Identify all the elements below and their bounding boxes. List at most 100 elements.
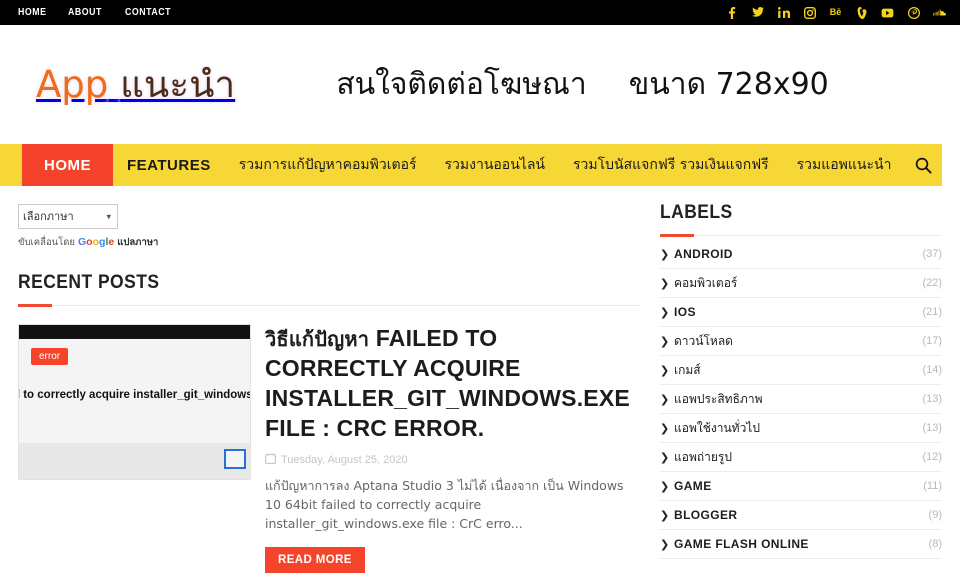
- label-count: (17): [922, 335, 942, 347]
- chevron-right-icon: ❯: [660, 509, 670, 522]
- twitter-icon[interactable]: [751, 6, 764, 19]
- label-name: คอมพิวเตอร์: [674, 275, 738, 290]
- label-count: (11): [923, 480, 942, 492]
- label-item-productivity-apps[interactable]: ❯ แอพประสิทธิภาพ (13): [660, 385, 942, 414]
- sidebar: LABELS ❯ ANDROID (37) ❯ คอมพิวเตอร์ (22) ❯ IO…: [640, 186, 942, 579]
- thumbnail-titlebar: [19, 325, 250, 339]
- linkedin-icon[interactable]: [777, 6, 790, 19]
- label-item-game-flash-online[interactable]: ❯ GAME FLASH ONLINE (8): [660, 530, 942, 559]
- post-title-thai: วิธีแก้ปัญหา: [265, 327, 370, 351]
- label-name: แอพใช้งานทั่วไป: [674, 420, 760, 435]
- label-name: ดาวน์โหลด: [674, 333, 733, 348]
- translate-label: แปลภาษา: [117, 237, 159, 248]
- behance-icon[interactable]: Bē: [829, 6, 842, 19]
- thumbnail-ok-button: [224, 449, 246, 469]
- label-count: (13): [922, 393, 942, 405]
- post-excerpt: แก้ปัญหาการลง Aptana Studio 3 ไม่ได้ เนื…: [265, 477, 624, 532]
- error-badge: error: [31, 348, 69, 365]
- ad-size-text: ขนาด 728x90: [628, 66, 829, 102]
- label-count: (14): [922, 364, 942, 376]
- nav-item-features[interactable]: FEATURES: [113, 144, 225, 186]
- powered-by-text: ขับเคลื่อนโดย: [18, 237, 75, 248]
- chevron-right-icon: ❯: [660, 538, 670, 551]
- youtube-icon[interactable]: [881, 6, 894, 19]
- search-icon[interactable]: [905, 144, 942, 186]
- chevron-right-icon: ❯: [660, 335, 670, 348]
- logo-text-app: App: [36, 62, 109, 106]
- site-header: App แนะนำ สนใจติดต่อโฆษณา ขนาด 728x90: [0, 25, 960, 144]
- post-thumbnail[interactable]: error d to correctly acquire installer_g…: [18, 324, 251, 480]
- label-count: (9): [928, 509, 942, 521]
- site-logo[interactable]: App แนะนำ: [36, 66, 235, 103]
- google-wordmark: Google: [78, 236, 115, 248]
- facebook-icon[interactable]: [725, 6, 738, 19]
- label-name: เกมส์: [674, 362, 701, 377]
- label-item-android[interactable]: ❯ ANDROID (37): [660, 240, 942, 269]
- instagram-icon[interactable]: [803, 6, 816, 19]
- nav-item-free-bonus[interactable]: รวมโบนัสแจกฟรี รวมเงินแจกฟรี: [559, 144, 783, 186]
- topnav-item-contact[interactable]: CONTACT: [125, 7, 171, 18]
- label-count: (13): [922, 422, 942, 434]
- pinterest-icon[interactable]: [907, 6, 920, 19]
- label-item-download[interactable]: ❯ ดาวน์โหลด (17): [660, 327, 942, 356]
- language-select[interactable]: เลือกภาษา: [18, 204, 118, 229]
- chevron-right-icon: ❯: [660, 480, 670, 493]
- label-count: (21): [922, 306, 942, 318]
- post-date: Tuesday, August 25, 2020: [265, 453, 640, 467]
- thumbnail-bottom-bar: [19, 479, 250, 480]
- soundcloud-icon[interactable]: [933, 6, 946, 19]
- nav-item-online-jobs[interactable]: รวมงานออนไลน์: [431, 144, 559, 186]
- sidebar-divider: [660, 234, 942, 237]
- recent-posts-heading: RECENT POSTS: [18, 272, 160, 293]
- main-content: เลือกภาษา ▾ ขับเคลื่อนโดย Google แปลภาษา…: [18, 186, 640, 579]
- top-navigation: HOME ABOUT CONTACT: [18, 7, 177, 18]
- read-more-button[interactable]: READ MORE: [265, 546, 365, 573]
- label-item-general-apps[interactable]: ❯ แอพใช้งานทั่วไป (13): [660, 414, 942, 443]
- label-item-games-thai[interactable]: ❯ เกมส์ (14): [660, 356, 942, 385]
- topnav-item-about[interactable]: ABOUT: [68, 7, 102, 18]
- label-item-photo-apps[interactable]: ❯ แอพถ่ายรูป (12): [660, 443, 942, 472]
- chevron-right-icon: ❯: [660, 422, 670, 435]
- label-item-ios[interactable]: ❯ IOS (21): [660, 298, 942, 327]
- chevron-right-icon: ❯: [660, 277, 670, 290]
- translate-attribution: ขับเคลื่อนโดย Google แปลภาษา: [18, 235, 640, 250]
- main-navigation: HOME FEATURES รวมการแก้ปัญหาคอมพิวเตอร์ …: [0, 144, 942, 186]
- vine-icon[interactable]: [855, 6, 868, 19]
- thumbnail-error-text: d to correctly acquire installer_git_win…: [19, 389, 251, 401]
- google-translate-widget: เลือกภาษา ▾ ขับเคลื่อนโดย Google แปลภาษา: [18, 204, 640, 250]
- header-ad-banner[interactable]: สนใจติดต่อโฆษณา ขนาด 728x90: [235, 61, 940, 108]
- labels-heading: LABELS: [660, 202, 733, 223]
- label-name: ANDROID: [674, 247, 733, 261]
- label-count: (8): [928, 538, 942, 550]
- label-item-computer[interactable]: ❯ คอมพิวเตอร์ (22): [660, 269, 942, 298]
- label-name: BLOGGER: [674, 508, 738, 522]
- nav-item-home[interactable]: HOME: [22, 144, 113, 186]
- post-title[interactable]: วิธีแก้ปัญหา FAILED TO CORRECTLY ACQUIRE…: [265, 324, 640, 444]
- label-count: (22): [922, 277, 942, 289]
- label-name: IOS: [674, 305, 696, 319]
- calendar-icon: [265, 453, 276, 467]
- labels-list: ❯ ANDROID (37) ❯ คอมพิวเตอร์ (22) ❯ IOS (21) ❯…: [660, 240, 942, 559]
- ad-contact-text: สนใจติดต่อโฆษณา: [336, 66, 587, 102]
- nav-item-recommended-apps[interactable]: รวมแอพแนะนำ: [783, 144, 906, 186]
- thumbnail-dialog-footer: [19, 443, 250, 479]
- topnav-item-home[interactable]: HOME: [18, 7, 47, 18]
- label-count: (37): [922, 248, 942, 260]
- chevron-right-icon: ❯: [660, 364, 670, 377]
- post-date-text: Tuesday, August 25, 2020: [281, 453, 408, 466]
- label-count: (12): [922, 451, 942, 463]
- logo-text-thai: แนะนำ: [120, 62, 236, 106]
- chevron-right-icon: ❯: [660, 451, 670, 464]
- post-body: วิธีแก้ปัญหา FAILED TO CORRECTLY ACQUIRE…: [265, 324, 640, 573]
- post-item: error d to correctly acquire installer_g…: [18, 324, 640, 573]
- page-body: เลือกภาษา ▾ ขับเคลื่อนโดย Google แปลภาษา…: [0, 186, 960, 579]
- label-item-game[interactable]: ❯ GAME (11): [660, 472, 942, 501]
- label-name: แอพถ่ายรูป: [674, 449, 732, 464]
- social-links: Bē: [725, 6, 946, 19]
- label-item-blogger[interactable]: ❯ BLOGGER (9): [660, 501, 942, 530]
- chevron-right-icon: ❯: [660, 248, 670, 261]
- top-bar: HOME ABOUT CONTACT Bē: [0, 0, 960, 25]
- label-name: แอพประสิทธิภาพ: [674, 391, 763, 406]
- nav-item-computer-solutions[interactable]: รวมการแก้ปัญหาคอมพิวเตอร์: [225, 144, 431, 186]
- label-name: GAME FLASH ONLINE: [674, 537, 809, 551]
